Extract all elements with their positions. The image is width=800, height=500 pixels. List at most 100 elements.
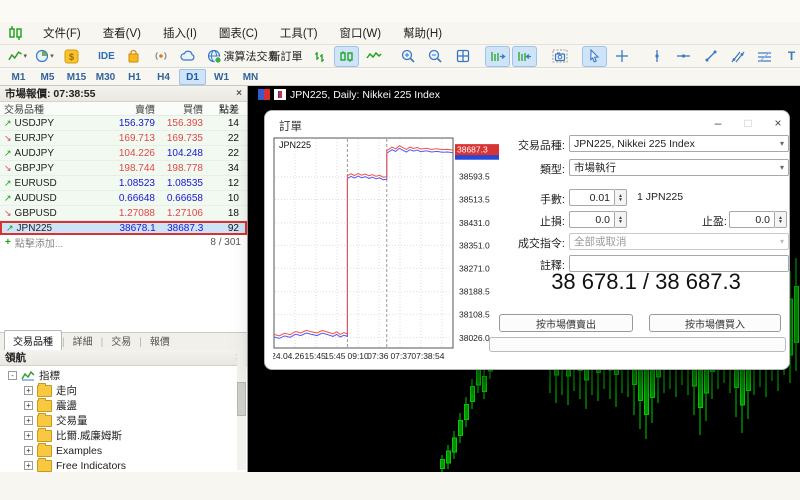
crosshair-button[interactable] — [609, 46, 634, 67]
close-icon[interactable]: × — [767, 116, 789, 130]
screenshot-button[interactable] — [547, 46, 572, 67]
expand-icon[interactable]: + — [24, 446, 33, 455]
arrow-down-icon: ↘ — [4, 132, 12, 143]
timeframe-button-M15[interactable]: M15 — [63, 69, 90, 85]
expand-icon[interactable]: + — [24, 461, 33, 470]
ask-cell: 198.778 — [166, 162, 203, 174]
table-row-USDJPY[interactable]: ↗ USDJPY 156.379 156.393 14 — [0, 116, 247, 131]
menu-item-1[interactable]: 查看(V) — [92, 22, 152, 44]
profiles-button[interactable]: ▾ — [32, 46, 57, 67]
volume-spinner[interactable]: ▲ ▼ — [615, 189, 627, 206]
new-order-button[interactable]: 新訂單 — [270, 46, 303, 67]
timeframe-button-M30[interactable]: M30 — [92, 69, 119, 85]
bid-cell: 169.713 — [118, 132, 155, 144]
navigator-scrollbar[interactable] — [237, 350, 246, 470]
timeframe-button-D1[interactable]: D1 — [179, 69, 206, 85]
channel-icon — [731, 51, 744, 63]
signals-button[interactable] — [148, 46, 173, 67]
text-tool-button[interactable]: T — [779, 46, 800, 67]
expand-icon[interactable]: + — [24, 401, 33, 410]
timeframe-button-W1[interactable]: W1 — [208, 69, 235, 85]
take-profit-input[interactable]: 0.0 — [729, 211, 775, 228]
tile-windows-button[interactable] — [450, 46, 475, 67]
market-watch-button[interactable]: $ — [59, 46, 84, 67]
table-row-GBPJPY[interactable]: ↘ GBPJPY 198.744 198.778 34 — [0, 161, 247, 176]
tree-item-3[interactable]: + 交易量 — [0, 412, 247, 428]
scrollbar-thumb[interactable] — [237, 382, 246, 416]
fibonacci-tool-button[interactable] — [752, 46, 777, 67]
table-row-EURJPY[interactable]: ↘ EURJPY 169.713 169.735 22 — [0, 131, 247, 146]
cursor-button[interactable] — [582, 45, 607, 67]
tree-item-6[interactable]: + Free Indicators — [0, 457, 247, 473]
channel-tool-button[interactable] — [725, 46, 750, 67]
expand-icon[interactable]: + — [24, 386, 33, 395]
tree-item-4[interactable]: + 比爾.威廉姆斯 — [0, 427, 247, 443]
order-type-select[interactable]: 市場執行 ▾ — [569, 159, 789, 176]
timeframe-button-M1[interactable]: M1 — [5, 69, 32, 85]
stop-loss-input[interactable]: 0.0 — [569, 211, 615, 228]
spinner-down-icon[interactable]: ▼ — [618, 219, 623, 224]
candle-chart-mode-button[interactable] — [334, 45, 359, 67]
chart-shift-button[interactable] — [512, 45, 537, 67]
expand-icon[interactable]: + — [24, 416, 33, 425]
table-row-EURUSD[interactable]: ↗ EURUSD 1.08523 1.08535 12 — [0, 176, 247, 191]
zoom-in-button[interactable] — [396, 46, 421, 67]
svg-text:38687.3: 38687.3 — [457, 145, 488, 155]
horizontal-line-tool-button[interactable] — [671, 46, 696, 67]
menu-item-2[interactable]: 插入(I) — [152, 22, 208, 44]
tree-item-1[interactable]: + 走向 — [0, 382, 247, 398]
tab-交易[interactable]: 交易 — [103, 331, 139, 350]
volume-input[interactable]: 0.01 — [569, 189, 615, 206]
expand-icon[interactable]: + — [24, 431, 33, 440]
type-row: 類型: 市場執行 ▾ — [503, 159, 789, 176]
bar-chart-mode-button[interactable] — [307, 46, 332, 67]
new-chart-button[interactable]: ▾ — [5, 46, 30, 67]
table-row-JPN225[interactable]: ↗ JPN225 38678.1 38687.3 92 — [0, 221, 247, 235]
symbol-name: AUDJPY — [14, 147, 54, 159]
tree-item-0[interactable]: - 指標 — [0, 368, 247, 383]
minimize-icon[interactable]: – — [707, 116, 729, 130]
market-button[interactable] — [121, 46, 146, 67]
tab-詳細[interactable]: 詳細 — [65, 331, 101, 350]
spinner-down-icon[interactable]: ▼ — [778, 219, 783, 224]
menu-item-4[interactable]: 工具(T) — [269, 22, 329, 44]
maximize-icon[interactable]: □ — [737, 116, 759, 130]
symbol-add-row[interactable]: + 點擊添加... 8 / 301 — [0, 235, 247, 250]
symbol-select[interactable]: JPN225, Nikkei 225 Index ▾ — [569, 135, 789, 152]
tree-item-2[interactable]: + 震盪 — [0, 397, 247, 413]
table-row-AUDJPY[interactable]: ↗ AUDJPY 104.226 104.248 22 — [0, 146, 247, 161]
fill-policy-label: 成交指令: — [517, 238, 565, 250]
take-profit-spinner[interactable]: ▲ ▼ — [775, 211, 787, 228]
collapse-icon[interactable]: - — [8, 371, 17, 380]
timeframe-button-H4[interactable]: H4 — [150, 69, 177, 85]
chevron-down-icon: ▾ — [50, 53, 54, 60]
vertical-line-tool-button[interactable] — [644, 46, 669, 67]
line-chart-mode-button[interactable] — [361, 46, 386, 67]
auto-scroll-button[interactable] — [485, 45, 510, 67]
menu-item-0[interactable]: 文件(F) — [32, 22, 92, 44]
mt5-logo-icon — [9, 26, 22, 40]
menu-item-5[interactable]: 窗口(W) — [329, 22, 393, 44]
buy-button[interactable]: 按市場價買入 — [649, 314, 781, 332]
cloud-icon — [179, 50, 194, 61]
trendline-tool-button[interactable] — [698, 46, 723, 67]
table-row-GBPUSD[interactable]: ↘ GBPUSD 1.27088 1.27106 18 — [0, 206, 247, 221]
tree-item-5[interactable]: + Examples — [0, 442, 247, 458]
spinner-down-icon[interactable]: ▼ — [618, 197, 623, 202]
close-icon[interactable]: × — [236, 88, 242, 99]
timeframe-button-H1[interactable]: H1 — [121, 69, 148, 85]
timeframe-button-MN[interactable]: MN — [237, 69, 264, 85]
stop-loss-spinner[interactable]: ▲ ▼ — [615, 211, 627, 228]
tab-交易品種[interactable]: 交易品種 — [4, 330, 62, 350]
table-row-AUDUSD[interactable]: ↗ AUDUSD 0.66648 0.66658 10 — [0, 191, 247, 206]
menu-item-3[interactable]: 圖表(C) — [208, 22, 269, 44]
zoom-out-button[interactable] — [423, 46, 448, 67]
vps-button[interactable] — [175, 46, 200, 67]
menu-item-6[interactable]: 幫助(H) — [392, 22, 453, 44]
main-toolbar: ▾ ▾ $ IDE 演算法交易 新訂單 T — [0, 45, 800, 68]
sell-button[interactable]: 按市場價賣出 — [499, 314, 633, 332]
metaeditor-button[interactable]: IDE — [94, 46, 119, 67]
tab-報價[interactable]: 報價 — [142, 331, 178, 350]
timeframe-button-M5[interactable]: M5 — [34, 69, 61, 85]
algo-trading-button[interactable]: 演算法交易 — [224, 46, 279, 67]
